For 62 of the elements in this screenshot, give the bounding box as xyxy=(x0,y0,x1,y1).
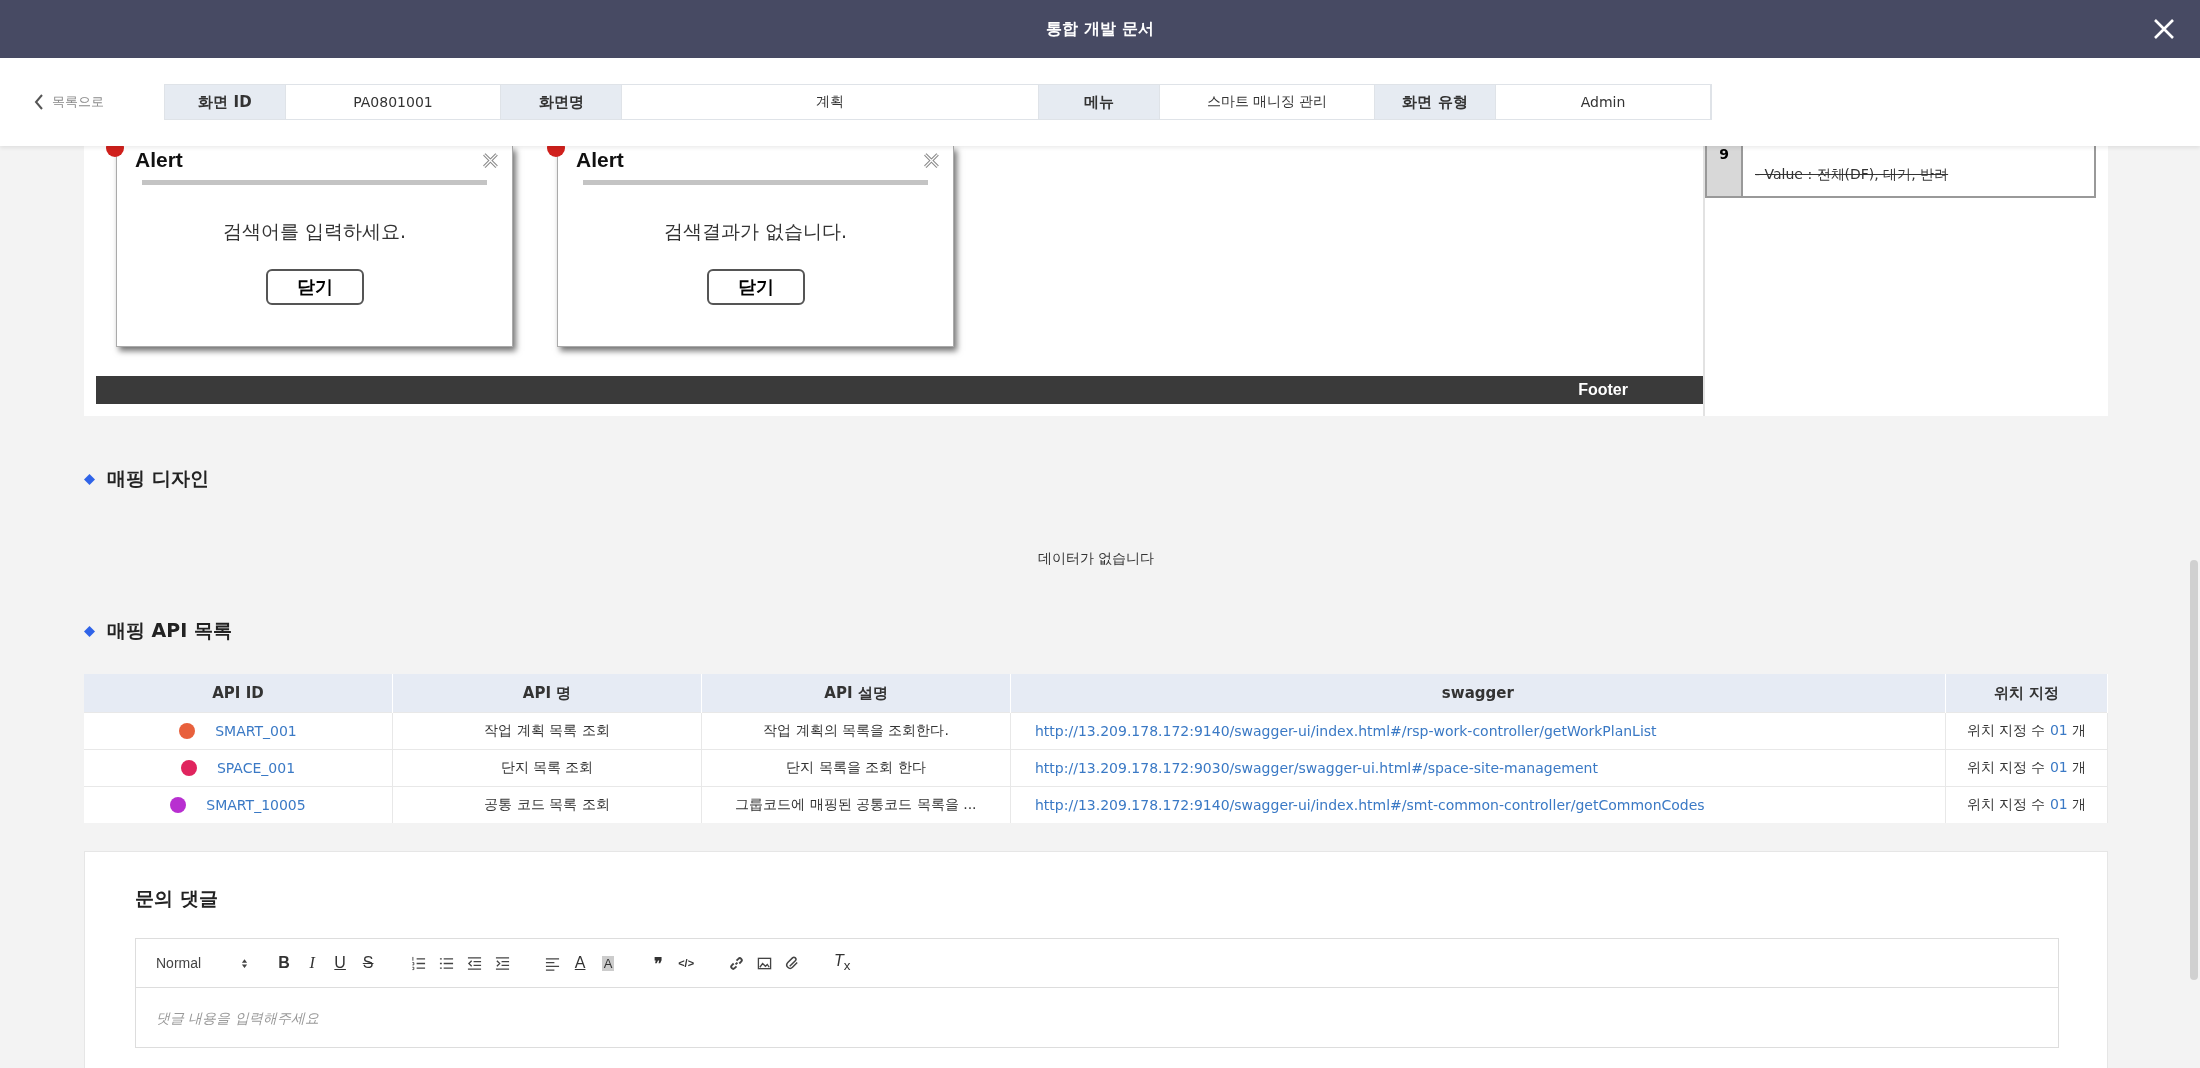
clear-format-button[interactable]: T$_{x}$ xyxy=(828,949,857,977)
format-button[interactable]: U xyxy=(326,949,355,977)
window-title: 통합 개발 문서 xyxy=(1046,18,1154,40)
column-header: API ID xyxy=(84,674,393,713)
table-cell: 작업 계획 목록 조회 xyxy=(392,712,702,750)
format-button[interactable]: </> xyxy=(672,949,701,977)
unit-text: 개 xyxy=(2072,796,2087,812)
table-cell: 그룹코드에 매핑된 공통코드 목록을 ... xyxy=(701,786,1011,823)
format-button[interactable]: I xyxy=(298,949,327,977)
table-cell: 작업 계획의 목록을 조회한다. xyxy=(701,712,1011,750)
sort-arrows-icon xyxy=(241,957,249,969)
table-cell: 단지 목록을 조회 한다 xyxy=(701,749,1011,787)
unit-text: 개 xyxy=(2072,759,2087,775)
empty-message: 데이터가 없습니다 xyxy=(1037,550,1155,566)
location-text: 위치 지정 수 xyxy=(1966,759,2046,775)
format-button[interactable]: S xyxy=(354,949,383,977)
back-link[interactable]: 목록으로 xyxy=(34,93,164,111)
color-button[interactable]: A xyxy=(594,949,623,977)
info-label: 메뉴 xyxy=(1039,85,1159,119)
location-count-link[interactable]: 01 xyxy=(2049,759,2068,775)
close-button[interactable]: 닫기 xyxy=(706,269,805,305)
info-value: 계획 xyxy=(621,85,1039,119)
location-count-link[interactable]: 01 xyxy=(2049,722,2068,738)
footer-label: Footer xyxy=(1578,381,1628,399)
info-value: PA0801001 xyxy=(285,85,501,119)
diamond-icon xyxy=(84,473,95,485)
table-cell: 단지 목록 조회 xyxy=(392,749,702,787)
diamond-icon xyxy=(84,625,95,637)
format-button[interactable]: B xyxy=(270,949,299,977)
format-button[interactable]: ❞ xyxy=(644,949,673,977)
unit-text: 개 xyxy=(2072,722,2087,738)
column-header: 위치 지정 xyxy=(1945,674,2108,713)
api-id-link[interactable]: SMART_10005 xyxy=(206,797,306,813)
location-count-link[interactable]: 01 xyxy=(2049,796,2068,812)
scrollbar[interactable] xyxy=(2190,560,2198,980)
chevron-left-icon xyxy=(34,94,44,110)
info-label: 화면 유형 xyxy=(1375,85,1495,119)
location-text: 위치 지정 수 xyxy=(1966,722,2046,738)
alert-title: Alert xyxy=(576,148,624,172)
alert-message: 검색결과가 없습니다. xyxy=(663,219,848,244)
section-title: 매핑 API 목록 xyxy=(107,618,232,643)
alert-title: Alert xyxy=(135,148,183,172)
info-label: 화면명 xyxy=(501,85,621,119)
close-button[interactable]: 닫기 xyxy=(265,269,364,305)
location-text: 위치 지정 수 xyxy=(1966,796,2046,812)
info-value: Admin xyxy=(1495,85,1711,119)
api-id-link[interactable]: SPACE_001 xyxy=(216,760,296,776)
api-id-link[interactable]: SMART_001 xyxy=(215,723,297,739)
alert-message: 검색어를 입력하세요. xyxy=(222,219,407,244)
table-cell-text: - Value : 전체(DF), 대기, 반려 xyxy=(1754,165,1949,184)
column-header: API 명 xyxy=(392,674,702,713)
color-button[interactable]: A xyxy=(566,949,595,977)
info-label: 화면 ID xyxy=(165,85,285,119)
table-cell: 공통 코드 목록 조회 xyxy=(392,786,702,823)
table-cell: 9 xyxy=(1707,146,1743,196)
format-dropdown[interactable]: Normal xyxy=(156,955,249,971)
comment-input[interactable]: 댓글 내용을 입력해주세요 xyxy=(135,988,2059,1048)
section-title: 매핑 디자인 xyxy=(107,466,209,491)
column-header: swagger xyxy=(1010,674,1946,713)
column-header: API 설명 xyxy=(701,674,1011,713)
info-value: 스마트 매니징 관리 xyxy=(1159,85,1375,119)
card-title: 문의 댓글 xyxy=(135,886,219,911)
